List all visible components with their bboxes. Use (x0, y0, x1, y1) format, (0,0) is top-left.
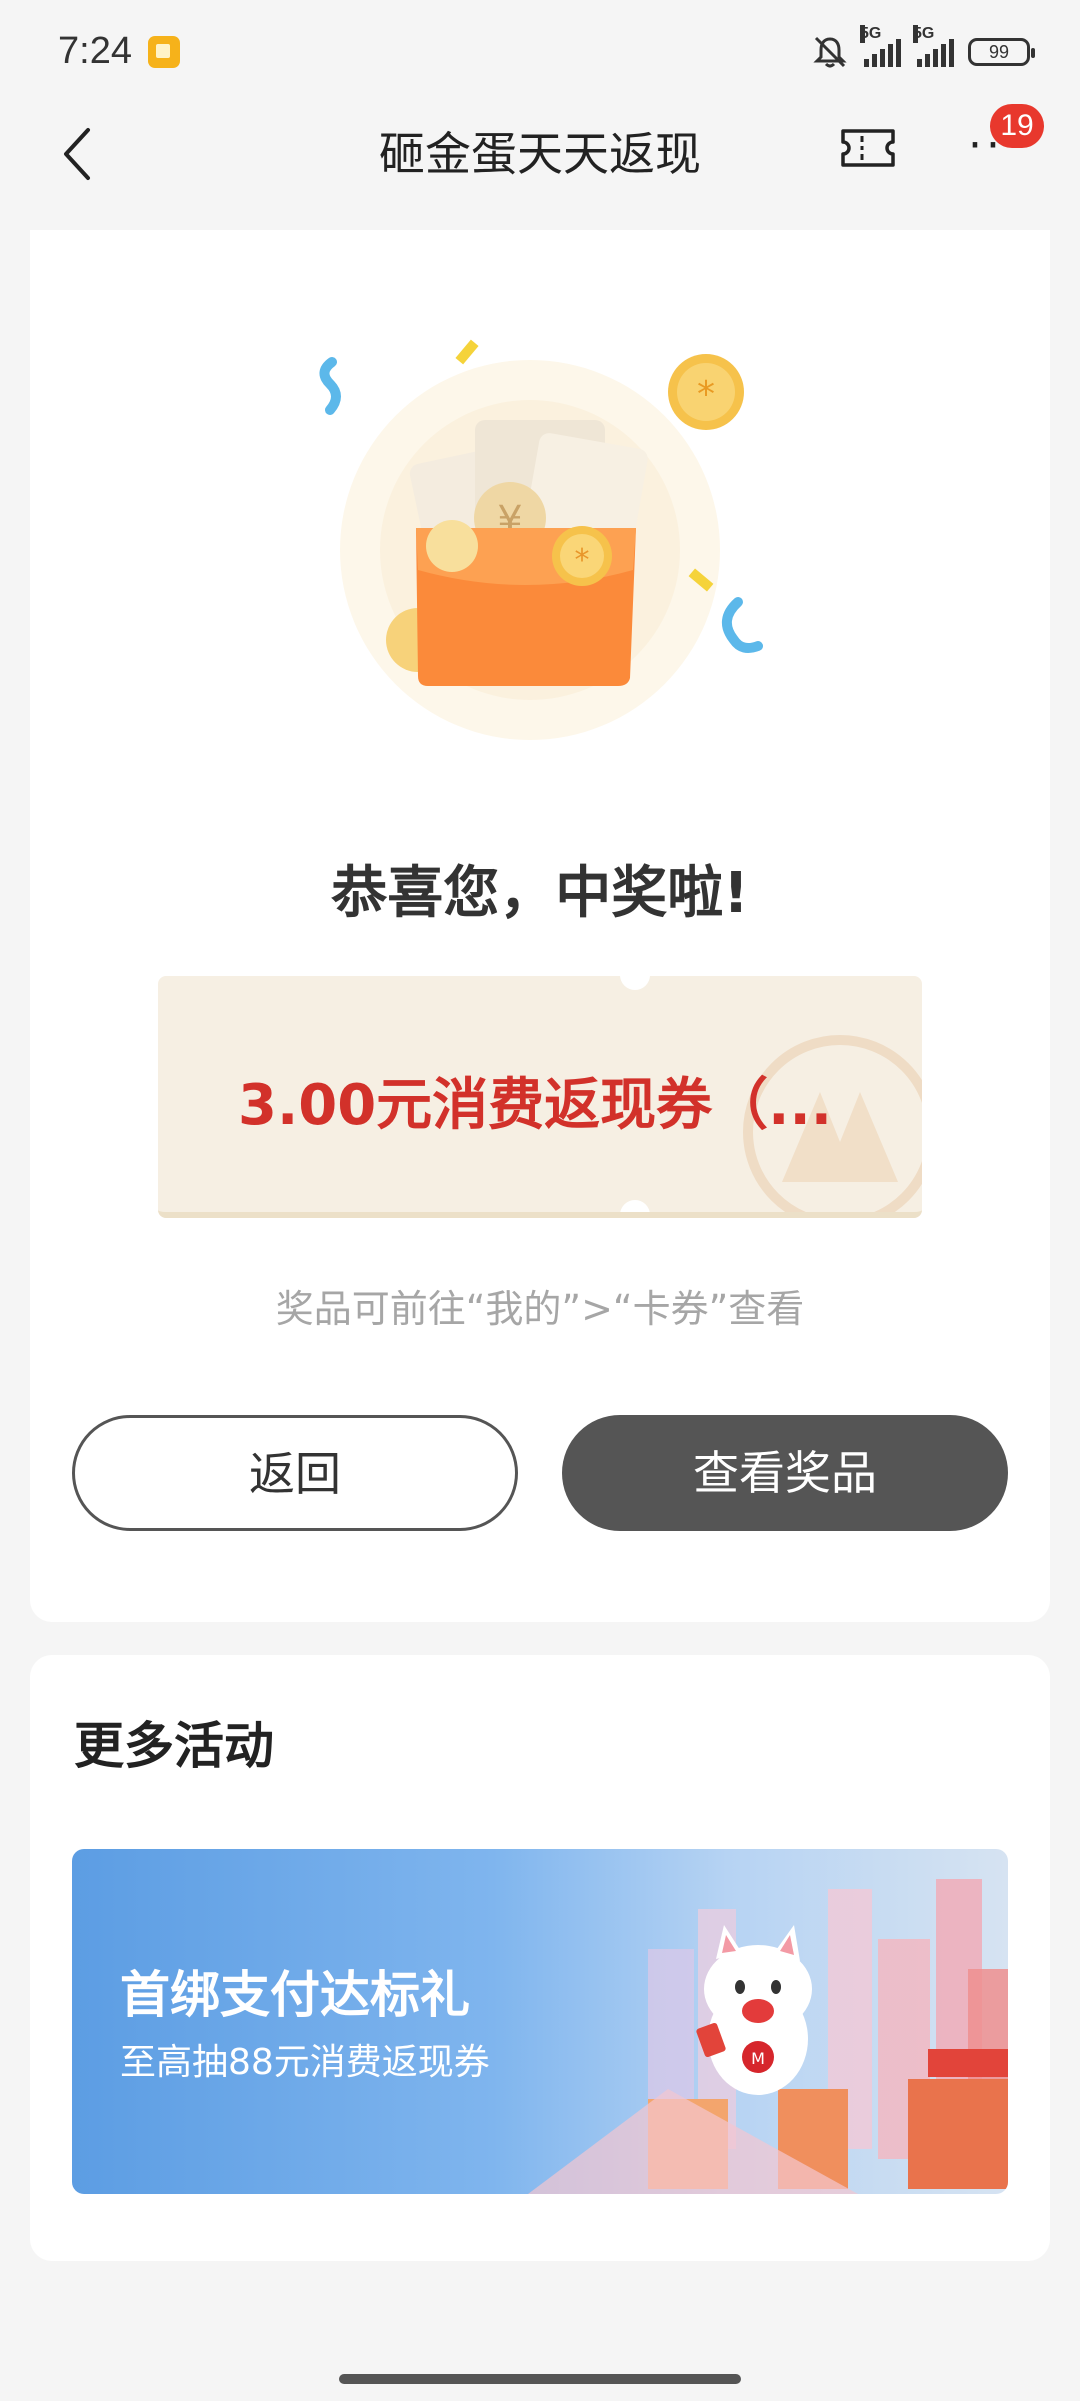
promo-banner[interactable]: M 首绑支付达标礼 至高抽88元消费返现券 (72, 1849, 1008, 2194)
prize-location-hint: 奖品可前往“我的”>“卡券”查看 (275, 1287, 805, 1331)
status-icons: 5G 5G 99 (812, 25, 1035, 74)
win-title: 恭喜您，中奖啦! (331, 861, 749, 926)
page-title: 砸金蛋天天返现 (379, 127, 701, 181)
signal-icon-1: 5G (860, 25, 901, 67)
mute-bell-icon (813, 36, 847, 68)
notification-badge: 19 (990, 104, 1044, 148)
coupon-notch-bottom (620, 1200, 650, 1212)
back-button[interactable]: 返回 (72, 1415, 518, 1531)
svg-text:M: M (751, 2049, 765, 2068)
signal-icon-2: 5G (913, 25, 954, 67)
network-type-2: 5G (913, 25, 935, 43)
more-activities-title: 更多活动 (74, 1717, 274, 1775)
coupon-notch-top (620, 976, 650, 990)
status-time: 7:24 (58, 30, 132, 72)
red-envelope-illustration: * ¥ * (319, 339, 763, 740)
svg-text:*: * (697, 374, 715, 415)
coupon-text: 3.00元消费返现券（... (238, 1073, 832, 1138)
banner-title: 首绑支付达标礼 (120, 1966, 470, 2024)
view-prize-button[interactable]: 查看奖品 (562, 1415, 1008, 1531)
banner-mascot-city-illustration: M (528, 1879, 1008, 2194)
battery-icon: 99 (968, 38, 1035, 66)
svg-text:*: * (575, 543, 590, 578)
banner-subtitle: 至高抽88元消费返现券 (120, 2042, 490, 2083)
notification-app-icon (148, 36, 180, 68)
battery-level: 99 (988, 41, 1010, 62)
home-indicator[interactable] (339, 2374, 741, 2384)
prize-coupon[interactable]: 3.00元消费返现券（... (158, 976, 922, 1218)
network-type-1: 5G (860, 25, 882, 43)
ticket-icon[interactable] (840, 128, 896, 168)
